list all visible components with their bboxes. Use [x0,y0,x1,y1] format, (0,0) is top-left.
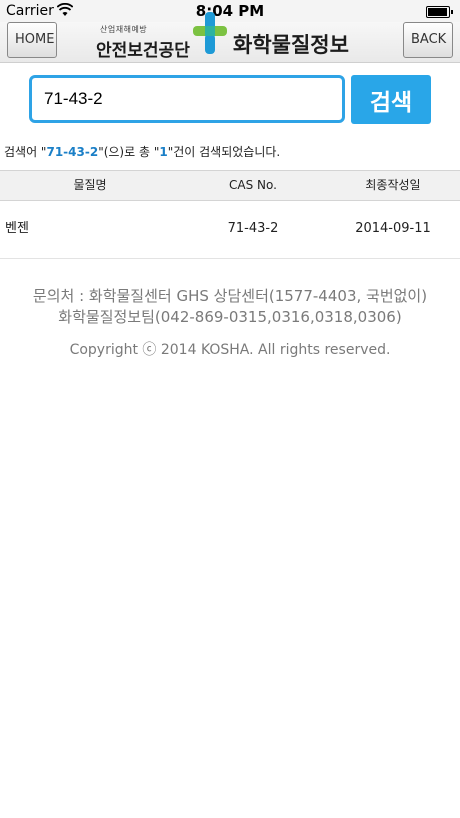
status-bar: Carrier 8:04 PM [0,0,460,22]
clock: 8:04 PM [195,2,265,20]
column-header-name: 물질명 [73,178,107,192]
summary-count: 1 [159,145,168,159]
footer-contact-line1: 문의처 : 화학물질센터 GHS 상담센터(1577-4403, 국번없이) [32,287,428,305]
summary-query: 71-43-2 [46,145,99,159]
app-header: HOME 산업재해예방 안전보건공단 화학물질정보 BACK [0,12,460,63]
column-header-date: 최종작성일 [365,178,421,192]
summary-prefix: 검색어 " [4,145,47,159]
cell-updated-date: 2014-09-11 [355,221,431,236]
footer-copyright: Copyright ⓒ 2014 KOSHA. All rights reser… [69,342,391,358]
back-button[interactable]: BACK [403,22,453,58]
table-row[interactable]: 벤젠 71-43-2 2014-09-11 [0,200,460,259]
kosha-logo-icon [193,12,227,54]
cell-substance-name: 벤젠 [5,221,29,236]
search-input[interactable] [29,75,345,123]
logo-organization: 안전보건공단 [96,41,190,61]
cell-cas-number: 71-43-2 [227,221,279,236]
page-title: 화학물질정보 [233,33,349,57]
table-header: 물질명 CAS No. 최종작성일 [0,170,460,201]
footer-contact-line2: 화학물질정보팀(042-869-0315,0316,0318,0306) [58,308,402,326]
summary-middle: "(으)로 총 " [98,145,160,159]
battery-icon [426,6,453,18]
column-header-cas: CAS No. [229,178,277,192]
search-button[interactable]: 검색 [351,75,431,124]
home-button[interactable]: HOME [7,22,57,58]
summary-suffix: "건이 검색되었습니다. [167,145,281,159]
result-summary: 검색어 "71-43-2"(으)로 총 "1"건이 검색되었습니다. [4,143,280,160]
logo-tagline: 산업재해예방 [100,25,148,34]
